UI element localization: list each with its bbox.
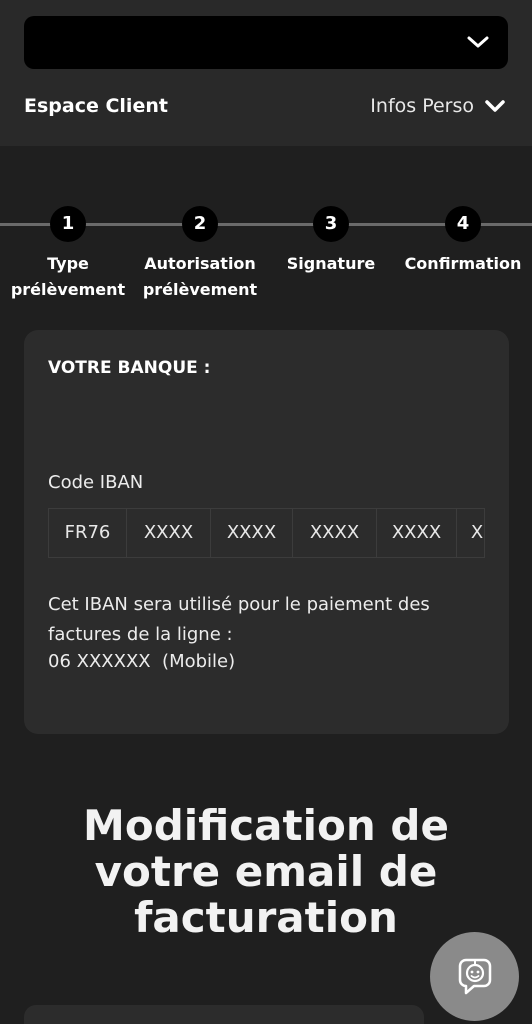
- step-4: 4 Confirmation: [395, 206, 531, 277]
- iban-field[interactable]: FR76 XXXX XXXX XXXX XXXX X: [48, 508, 485, 558]
- infos-perso-menu[interactable]: Infos Perso: [370, 95, 506, 117]
- chat-button[interactable]: [430, 932, 519, 1021]
- step-label: Confirmation: [404, 254, 522, 273]
- infos-perso-label: Infos Perso: [370, 95, 474, 117]
- step-label: Type prélèvement: [10, 254, 126, 299]
- phone-line-text: 06 XXXXXX (Mobile): [48, 651, 236, 672]
- iban-segment[interactable]: XXXX: [127, 509, 211, 557]
- step-number: 3: [313, 206, 349, 242]
- iban-segment[interactable]: FR76: [49, 509, 127, 557]
- iban-label: Code IBAN: [48, 472, 144, 493]
- step-number: 4: [445, 206, 481, 242]
- chevron-down-icon: [485, 100, 505, 112]
- step-number: 1: [50, 206, 86, 242]
- step-number: 2: [182, 206, 218, 242]
- iban-usage-text: Cet IBAN sera utilisé pour le paiement d…: [48, 594, 430, 645]
- step-3: 3 Signature: [263, 206, 399, 277]
- iban-segment[interactable]: XXXX: [377, 509, 457, 557]
- iban-segment[interactable]: XXXX: [211, 509, 293, 557]
- chatbot-icon: [458, 958, 491, 994]
- bank-card: VOTRE BANQUE : Code IBAN FR76 XXXX XXXX …: [24, 330, 509, 734]
- espace-client-link[interactable]: Espace Client: [24, 95, 168, 117]
- step-1: 1 Type prélèvement: [0, 206, 136, 303]
- account-select-dropdown[interactable]: [24, 16, 508, 69]
- bank-card-title: VOTRE BANQUE :: [48, 358, 211, 378]
- step-label: Autorisation prélèvement: [142, 254, 258, 299]
- next-section-card: [24, 1005, 424, 1024]
- step-2: 2 Autorisation prélèvement: [132, 206, 268, 303]
- iban-segment[interactable]: XXXX: [293, 509, 377, 557]
- step-label: Signature: [286, 254, 376, 273]
- top-header: Espace Client Infos Perso: [0, 0, 532, 146]
- section-headline: Modification de votre email de facturati…: [83, 801, 449, 942]
- chevron-down-icon: [467, 36, 489, 48]
- iban-segment[interactable]: X: [457, 509, 484, 557]
